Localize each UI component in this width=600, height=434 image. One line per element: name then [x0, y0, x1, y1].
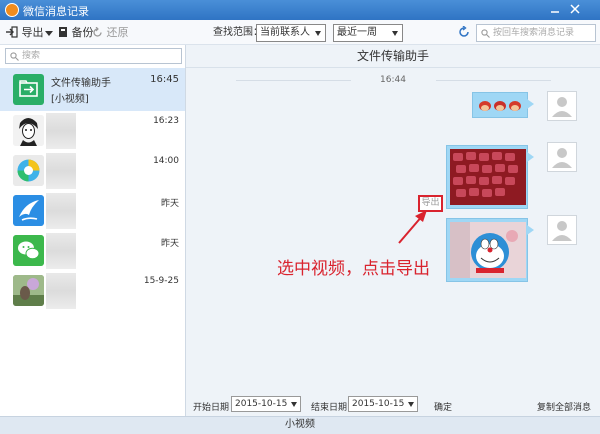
close-button[interactable]: [566, 2, 584, 18]
confirm-button[interactable]: 确定: [434, 400, 452, 413]
divider: [236, 80, 351, 81]
keyboard-photo-icon: [450, 149, 526, 205]
chevron-down-icon: [408, 402, 414, 407]
contact-item[interactable]: 15-9-25: [0, 271, 185, 311]
export-menu-button[interactable]: 导出: [6, 25, 44, 40]
restore-icon: [93, 26, 102, 37]
backup-button[interactable]: 备份: [58, 25, 94, 40]
blurred-name: [46, 113, 76, 149]
period-filter-select[interactable]: 最近一周: [333, 24, 403, 42]
wechat-logo-icon: [13, 235, 44, 266]
chat-title: 文件传输助手: [186, 45, 600, 68]
close-icon: [570, 4, 580, 14]
portrait-sketch-icon: [13, 115, 44, 146]
contact-time: 昨天: [160, 199, 179, 209]
window-title: 微信消息记录: [23, 5, 89, 18]
blurred-name: [46, 153, 76, 189]
contact-avatar: [13, 195, 44, 226]
refresh-button[interactable]: [458, 25, 470, 41]
message-bubble-emoji[interactable]: [472, 92, 534, 118]
search-icon: [481, 29, 490, 38]
contact-time: 14:00: [153, 156, 179, 166]
blurred-name: [46, 193, 76, 229]
contact-time: 15-9-25: [143, 276, 179, 286]
contact-filter-value: 当前联系人: [260, 27, 310, 38]
toolbar: 导出 备份 还原 查找范围： 当前联系人 最近一周 按回车搜索消息记录: [0, 20, 600, 45]
default-user-icon: [552, 148, 572, 168]
file-transfer-avatar: [13, 74, 44, 105]
message-search-input[interactable]: 按回车搜索消息记录: [476, 24, 596, 42]
start-date-label: 开始日期: [193, 403, 230, 413]
contact-item[interactable]: 16:23: [0, 111, 185, 151]
photo-avatar-icon: [13, 275, 44, 306]
user-avatar: [547, 91, 577, 121]
restore-label: 还原: [106, 26, 129, 39]
search-icon: [10, 52, 19, 61]
contact-name: 文件传输助手: [51, 78, 111, 89]
copy-all-messages-button[interactable]: 复制全部消息: [537, 400, 591, 413]
pinwheel-logo-icon: [13, 155, 44, 186]
contact-time: 16:23: [153, 116, 179, 126]
user-avatar: [547, 142, 577, 172]
chat-panel: 文件传输助手 16:44 导出 选中视频，点击导出: [186, 45, 600, 416]
export-label: 导出: [21, 26, 44, 39]
annotation-arrow-icon: [398, 210, 427, 244]
contact-avatar: [13, 115, 44, 146]
message-bubble-image[interactable]: [446, 145, 534, 209]
message-bubble-video[interactable]: [446, 218, 534, 282]
status-text: 小视频: [285, 419, 315, 430]
title-bar: 微信消息记录: [0, 0, 600, 20]
contact-avatar: [13, 275, 44, 306]
backup-icon: [59, 27, 67, 37]
contact-list: 搜索 文件传输助手 [小视频] 16:45 16:23 14:00 昨天 昨天 …: [0, 45, 186, 416]
date-range-bar: 开始日期 2015-10-15 结束日期 2015-10-15 确定 复制全部消…: [186, 394, 600, 416]
contact-filter-select[interactable]: 当前联系人: [256, 24, 326, 42]
default-user-icon: [552, 97, 572, 117]
contact-avatar: [13, 155, 44, 186]
contact-preview: [小视频]: [51, 94, 89, 105]
contact-item[interactable]: 14:00: [0, 151, 185, 191]
contact-item-file-transfer[interactable]: 文件传输助手 [小视频] 16:45: [0, 68, 185, 111]
app-logo-icon: [5, 3, 19, 17]
contact-search-placeholder: 搜索: [22, 51, 41, 61]
chevron-down-icon: [291, 402, 297, 407]
refresh-icon: [459, 25, 469, 37]
time-separator-text: 16:44: [380, 75, 406, 85]
folder-arrow-icon: [19, 80, 38, 97]
restore-button[interactable]: 还原: [92, 25, 129, 40]
blurred-name: [46, 233, 76, 269]
time-separator: 16:44: [186, 75, 600, 85]
status-bar: 小视频: [0, 416, 600, 434]
default-user-icon: [552, 221, 572, 241]
period-filter-value: 最近一周: [337, 27, 377, 38]
minimize-icon: [551, 11, 559, 13]
doraemon-video-thumbnail-icon: [450, 222, 526, 278]
bird-logo-icon: [13, 195, 44, 226]
contact-item[interactable]: 昨天: [0, 231, 185, 271]
export-dropdown-arrow-icon[interactable]: [45, 31, 53, 36]
annotation-text: 选中视频，点击导出: [277, 259, 430, 279]
start-date-value: 2015-10-15: [235, 399, 288, 409]
message-search-placeholder: 按回车搜索消息记录: [493, 28, 575, 38]
start-date-picker[interactable]: 2015-10-15: [231, 396, 301, 412]
emoji-sticker-icon: [479, 101, 521, 111]
chevron-down-icon: [392, 31, 398, 36]
contact-time: 16:45: [150, 74, 179, 85]
divider: [436, 80, 551, 81]
contact-search-input[interactable]: 搜索: [5, 48, 182, 64]
blurred-name: [46, 273, 76, 309]
contact-avatar: [13, 235, 44, 266]
chevron-down-icon: [315, 31, 321, 36]
contact-item[interactable]: 昨天: [0, 191, 185, 231]
end-date-label: 结束日期: [311, 403, 348, 413]
backup-label: 备份: [71, 26, 94, 39]
user-avatar: [547, 215, 577, 245]
minimize-button[interactable]: [546, 2, 564, 18]
end-date-value: 2015-10-15: [352, 399, 405, 409]
contact-time: 昨天: [160, 239, 179, 249]
export-icon: [6, 26, 18, 38]
end-date-picker[interactable]: 2015-10-15: [348, 396, 418, 412]
